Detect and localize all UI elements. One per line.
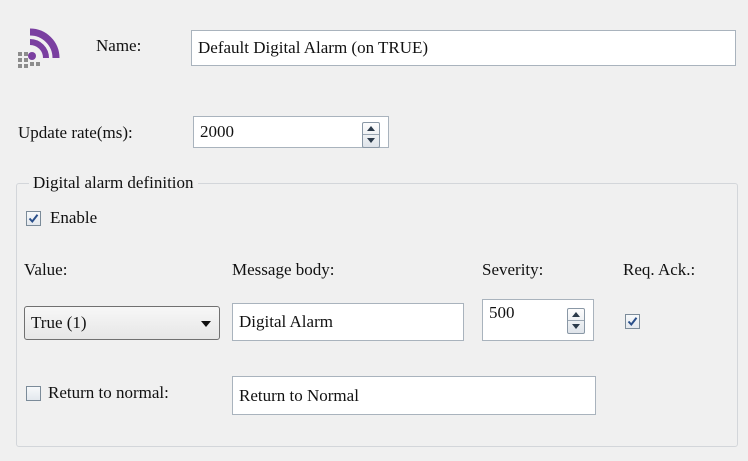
req-ack-checkbox[interactable] [625, 314, 640, 329]
severity-stepper[interactable]: 500 [482, 299, 594, 341]
severity-column-label: Severity: [482, 260, 544, 279]
chevron-up-icon [572, 312, 580, 317]
update-rate-value: 2000 [200, 122, 234, 141]
chevron-down-icon [201, 321, 211, 327]
wifi-signal-icon [16, 18, 72, 74]
return-to-normal-input[interactable]: Return to Normal [232, 376, 596, 415]
decrement-button[interactable] [568, 321, 584, 333]
checkmark-icon [627, 317, 638, 327]
name-input[interactable]: Default Digital Alarm (on TRUE) [191, 30, 736, 66]
chevron-up-icon [367, 126, 375, 131]
return-to-normal-checkbox[interactable] [26, 386, 41, 401]
message-body-column-label: Message body: [232, 260, 335, 279]
checkmark-icon [28, 214, 39, 224]
value-dropdown-selected: True (1) [31, 313, 87, 332]
increment-button[interactable] [363, 123, 379, 135]
value-dropdown[interactable]: True (1) [24, 306, 220, 340]
severity-value: 500 [489, 303, 515, 322]
severity-spin-buttons[interactable] [567, 308, 585, 334]
group-title: Digital alarm definition [29, 173, 198, 193]
req-ack-column-label: Req. Ack.: [623, 260, 696, 279]
value-column-label: Value: [24, 260, 68, 279]
name-label: Name: [96, 36, 142, 55]
chevron-down-icon [572, 324, 580, 329]
enable-label: Enable [50, 208, 98, 227]
return-to-normal-label: Return to normal: [48, 383, 169, 402]
increment-button[interactable] [568, 309, 584, 321]
chevron-down-icon [367, 138, 375, 143]
update-rate-stepper[interactable]: 2000 [193, 116, 389, 148]
enable-checkbox[interactable] [26, 211, 41, 226]
message-body-input[interactable]: Digital Alarm [232, 303, 464, 341]
update-rate-label: Update rate(ms): [18, 123, 133, 142]
decrement-button[interactable] [363, 135, 379, 147]
update-rate-spin-buttons[interactable] [362, 122, 380, 148]
